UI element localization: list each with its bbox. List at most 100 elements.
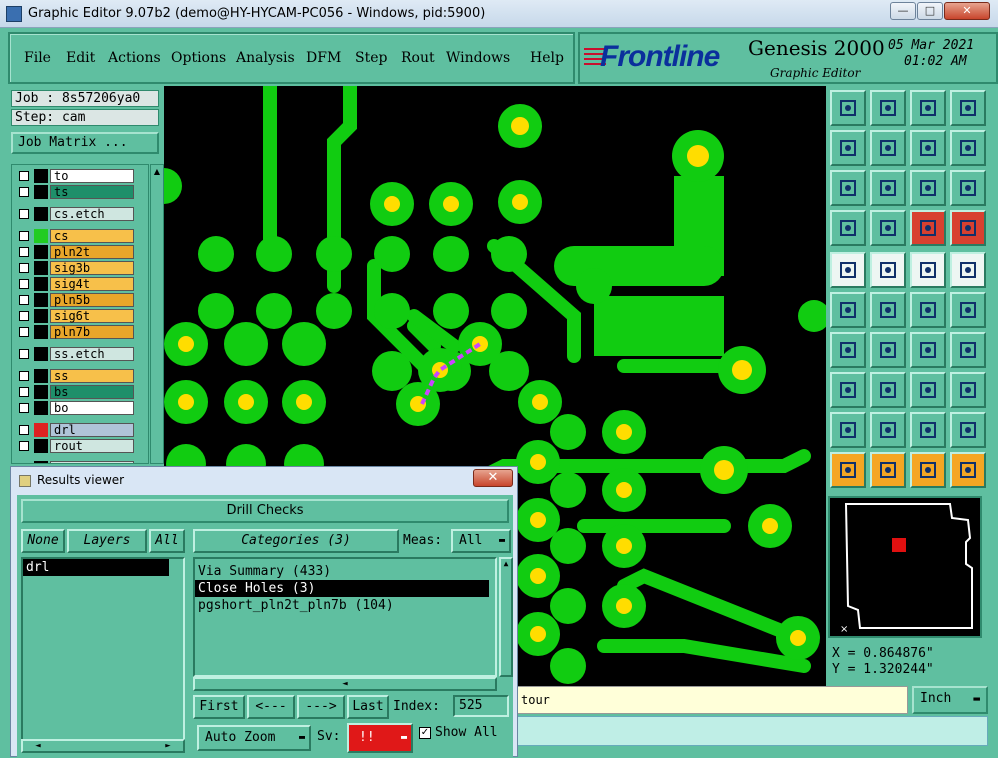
select2-tool-icon[interactable] [870,452,906,488]
categories-listbox[interactable]: Via Summary (433) Close Holes (3) pgshor… [193,557,497,677]
layer-row-drl[interactable]: drl [16,423,136,437]
layer-row-sig3b[interactable]: sig3b [16,261,136,275]
layer-name[interactable]: drl [50,423,134,437]
layer-checkbox[interactable] [19,209,29,219]
layer-checkbox[interactable] [19,403,29,413]
meas-select[interactable]: All ▬ [451,529,511,553]
undo-tool-icon[interactable] [910,130,946,166]
dot-tool-icon[interactable] [950,292,986,328]
circle-tool-icon[interactable] [830,252,866,288]
help-tool-icon[interactable] [950,170,986,206]
ratio-tool-icon[interactable] [910,170,946,206]
layer-color-swatch[interactable] [34,185,48,199]
layer-name[interactable]: ss [50,369,134,383]
category-item[interactable]: Via Summary (433) [195,563,495,580]
layer-checkbox[interactable] [19,263,29,273]
auto-zoom-select[interactable]: Auto Zoom ▬ [197,725,311,751]
layer-color-swatch[interactable] [34,277,48,291]
layer-name[interactable]: bo [50,401,134,415]
layer-checkbox[interactable] [19,279,29,289]
command-line[interactable] [516,716,988,746]
layer-name[interactable]: v-cut [50,461,134,463]
menu-dfm[interactable]: DFM [306,50,341,66]
prev-button[interactable]: <--- [247,695,295,719]
layer-checkbox[interactable] [19,187,29,197]
menu-help[interactable]: Help [530,50,564,66]
layers-listbox[interactable]: drl [21,557,185,741]
next-button[interactable]: ---> [297,695,345,719]
job-matrix-button[interactable]: Job Matrix ... [11,132,159,154]
layer-checkbox[interactable] [19,231,29,241]
layer-name[interactable]: ts [50,185,134,199]
layer-color-swatch[interactable] [34,369,48,383]
minimize-button[interactable]: — [890,2,916,20]
layers-hscrollbar[interactable]: ◄ ► [21,739,185,753]
layer-name[interactable]: rout [50,439,134,453]
layer-row-v-cut[interactable]: v-cut [16,461,136,464]
categories-vscrollbar[interactable]: ▲ [499,557,513,677]
layer-item-drl[interactable]: drl [23,559,169,576]
menu-rout[interactable]: Rout [401,50,435,66]
category-item[interactable]: pgshort_pln2t_pln7b (104) [195,597,495,614]
menu-actions[interactable]: Actions [108,50,161,66]
layer-color-swatch[interactable] [34,385,48,399]
categories-button[interactable]: Categories (3) [193,529,399,553]
layers2-tool-icon[interactable] [950,210,986,246]
scroll-up-icon[interactable]: ▲ [152,167,162,177]
index-input[interactable]: 525 [453,695,509,717]
copy-tool-icon[interactable] [830,130,866,166]
layers-button[interactable]: Layers [67,529,147,553]
redo-tool-icon[interactable] [950,130,986,166]
menu-file[interactable]: File [24,50,51,66]
layer-row-sig6t[interactable]: sig6t [16,309,136,323]
layer-row-ss.etch[interactable]: ss.etch [16,347,136,361]
menu-options[interactable]: Options [171,50,226,66]
layer-color-swatch[interactable] [34,439,48,453]
select-tool-icon[interactable] [830,452,866,488]
trace-tool-icon[interactable] [870,372,906,408]
first-button[interactable]: First [193,695,245,719]
delete-tool-icon[interactable] [870,292,906,328]
select3-tool-icon[interactable] [910,452,946,488]
category-item[interactable]: Close Holes (3) [195,580,489,597]
mirror-tool-icon[interactable] [950,332,986,368]
layer-name[interactable]: sig6t [50,309,134,323]
layer-row-sig4t[interactable]: sig4t [16,277,136,291]
layer-name[interactable]: to [50,169,134,183]
layers-all-button[interactable]: All [149,529,185,553]
menu-analysis[interactable]: Analysis [236,50,295,66]
layer-row-pln7b[interactable]: pln7b [16,325,136,339]
mini-map[interactable]: × [828,496,982,638]
layer-color-swatch[interactable] [34,229,48,243]
layer-checkbox[interactable] [19,441,29,451]
triangle4-tool-icon[interactable] [950,412,986,448]
triangle-tool-icon[interactable] [830,412,866,448]
layer-list-scrollbar[interactable]: ▲ [150,164,164,464]
pad-tool-icon[interactable] [830,372,866,408]
layer-color-swatch[interactable] [34,309,48,323]
zoom-tool-icon[interactable] [870,90,906,126]
layer-name[interactable]: cs [50,229,134,243]
layer-checkbox[interactable] [19,463,29,464]
layer-checkbox[interactable] [19,349,29,359]
layer-color-swatch[interactable] [34,293,48,307]
layer-name[interactable]: bs [50,385,134,399]
layer-color-swatch[interactable] [34,169,48,183]
measure-tool-icon[interactable] [910,372,946,408]
grid-tool-icon[interactable] [870,210,906,246]
layer-checkbox[interactable] [19,171,29,181]
line-tool-icon[interactable] [830,332,866,368]
shape-tool-icon[interactable] [870,252,906,288]
fit-tool-icon[interactable] [830,170,866,206]
triangle2-tool-icon[interactable] [870,412,906,448]
layer-row-cs.etch[interactable]: cs.etch [16,207,136,221]
results-viewer-close-button[interactable]: ✕ [473,469,513,487]
pan-tool-icon[interactable] [830,90,866,126]
layer-row-ss[interactable]: ss [16,369,136,383]
layer-checkbox[interactable] [19,371,29,381]
layer-color-swatch[interactable] [34,461,48,463]
layer-checkbox[interactable] [19,311,29,321]
layer-checkbox[interactable] [19,387,29,397]
route-tool-icon[interactable] [950,452,986,488]
layer-checkbox[interactable] [19,425,29,435]
